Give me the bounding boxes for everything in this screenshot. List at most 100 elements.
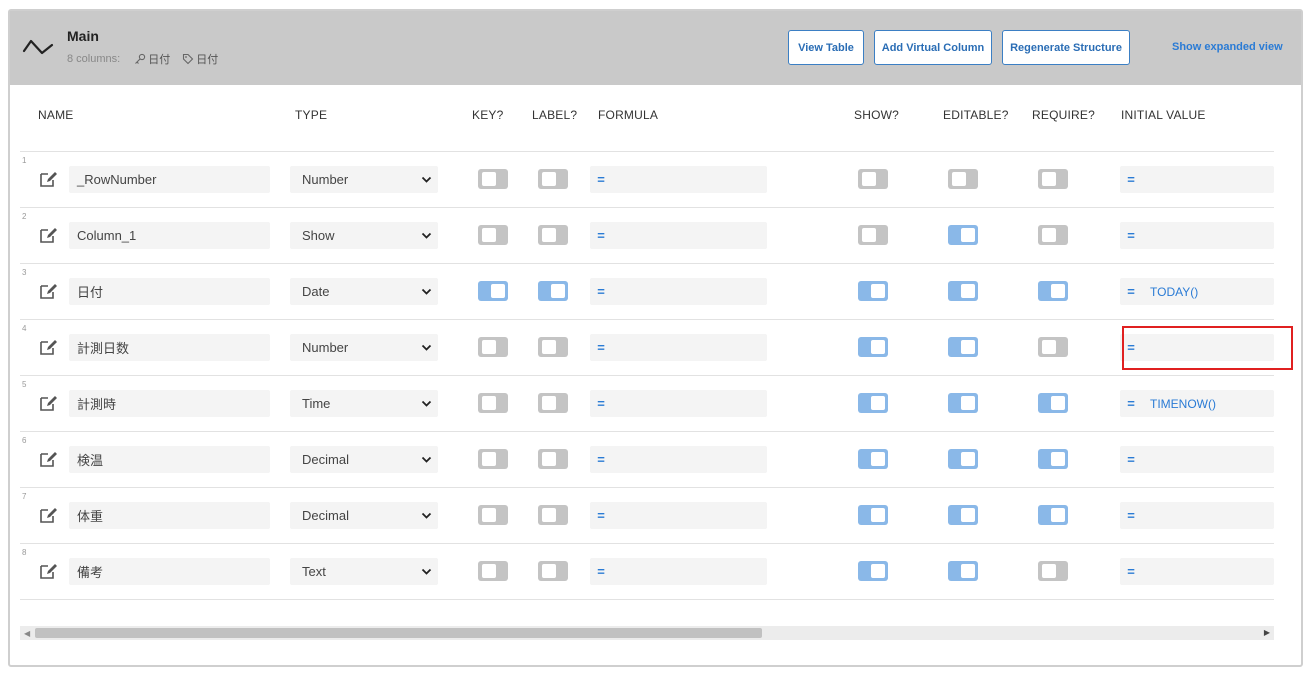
column-name-input[interactable]: 日付 — [69, 278, 270, 305]
require-toggle[interactable] — [1038, 225, 1068, 245]
label-toggle[interactable] — [538, 393, 568, 413]
require-toggle[interactable] — [1038, 505, 1068, 525]
add-virtual-column-button[interactable]: Add Virtual Column — [874, 30, 992, 65]
column-count: 8 columns: — [67, 53, 121, 65]
formula-field[interactable]: = — [590, 278, 767, 305]
edit-icon[interactable] — [39, 450, 59, 468]
column-name-input[interactable]: _RowNumber — [69, 166, 270, 193]
initial-eq-icon: = — [1127, 508, 1135, 523]
require-toggle[interactable] — [1038, 561, 1068, 581]
initial-value-field[interactable]: = TIMENOW() — [1120, 390, 1274, 417]
initial-value-field[interactable]: = — [1120, 222, 1274, 249]
formula-field[interactable]: = — [590, 502, 767, 529]
formula-field[interactable]: = — [590, 558, 767, 585]
column-type-select[interactable]: Decimal — [290, 446, 438, 473]
editable-toggle[interactable] — [948, 449, 978, 469]
label-toggle[interactable] — [538, 505, 568, 525]
editable-toggle[interactable] — [948, 561, 978, 581]
column-name-input[interactable]: 体重 — [69, 502, 270, 529]
formula-field[interactable]: = — [590, 222, 767, 249]
label-toggle[interactable] — [538, 561, 568, 581]
key-toggle[interactable] — [478, 561, 508, 581]
label-toggle[interactable] — [538, 169, 568, 189]
scroll-left-icon[interactable]: ◀ — [24, 629, 30, 638]
editable-toggle[interactable] — [948, 281, 978, 301]
editable-toggle[interactable] — [948, 225, 978, 245]
show-toggle[interactable] — [858, 225, 888, 245]
table-title[interactable]: Main — [67, 28, 99, 44]
formula-field[interactable]: = — [590, 446, 767, 473]
column-type-value: Show — [302, 228, 335, 243]
column-name-input[interactable]: 備考 — [69, 558, 270, 585]
editable-toggle[interactable] — [948, 505, 978, 525]
toggle-knob — [542, 564, 556, 578]
initial-value-field[interactable]: = — [1120, 166, 1274, 193]
column-type-select[interactable]: Number — [290, 334, 438, 361]
initial-value-field[interactable]: = — [1120, 558, 1274, 585]
require-toggle[interactable] — [1038, 449, 1068, 469]
editable-toggle[interactable] — [948, 337, 978, 357]
column-name-input[interactable]: 計測日数 — [69, 334, 270, 361]
require-toggle[interactable] — [1038, 281, 1068, 301]
editable-toggle[interactable] — [948, 393, 978, 413]
show-toggle[interactable] — [858, 449, 888, 469]
initial-value-field[interactable]: = TODAY() — [1120, 278, 1274, 305]
show-toggle[interactable] — [858, 337, 888, 357]
regenerate-structure-button[interactable]: Regenerate Structure — [1002, 30, 1130, 65]
key-toggle[interactable] — [478, 505, 508, 525]
key-toggle[interactable] — [478, 449, 508, 469]
column-type-select[interactable]: Number — [290, 166, 438, 193]
column-name-input[interactable]: 計測時 — [69, 390, 270, 417]
column-type-select[interactable]: Show — [290, 222, 438, 249]
toggle-knob — [862, 228, 876, 242]
initial-eq-icon: = — [1127, 172, 1135, 187]
toggle-knob — [862, 172, 876, 186]
show-toggle[interactable] — [858, 505, 888, 525]
highlight-box — [1122, 326, 1293, 370]
edit-icon[interactable] — [39, 506, 59, 524]
require-toggle[interactable] — [1038, 169, 1068, 189]
edit-icon[interactable] — [39, 562, 59, 580]
key-toggle[interactable] — [478, 169, 508, 189]
formula-field[interactable]: = — [590, 166, 767, 193]
column-name-input[interactable]: Column_1 — [69, 222, 270, 249]
key-toggle[interactable] — [478, 281, 508, 301]
show-toggle[interactable] — [858, 393, 888, 413]
header-formula: FORMULA — [598, 108, 659, 122]
view-table-button[interactable]: View Table — [788, 30, 864, 65]
table-row: 4 計測日数 Number = = — [20, 319, 1274, 375]
label-toggle[interactable] — [538, 449, 568, 469]
scroll-right-icon[interactable]: ▶ — [1264, 628, 1270, 637]
editable-toggle[interactable] — [948, 169, 978, 189]
require-toggle[interactable] — [1038, 393, 1068, 413]
show-toggle[interactable] — [858, 561, 888, 581]
scrollbar-thumb[interactable] — [35, 628, 762, 638]
formula-field[interactable]: = — [590, 390, 767, 417]
table-bottom-border — [20, 599, 1274, 600]
key-toggle[interactable] — [478, 225, 508, 245]
initial-value-field[interactable]: = — [1120, 502, 1274, 529]
key-toggle[interactable] — [478, 393, 508, 413]
toggle-knob — [542, 396, 556, 410]
column-type-select[interactable]: Decimal — [290, 502, 438, 529]
show-expanded-view-link[interactable]: Show expanded view — [1172, 41, 1283, 53]
label-toggle[interactable] — [538, 225, 568, 245]
key-toggle[interactable] — [478, 337, 508, 357]
column-type-select[interactable]: Time — [290, 390, 438, 417]
label-toggle[interactable] — [538, 281, 568, 301]
show-toggle[interactable] — [858, 281, 888, 301]
column-type-select[interactable]: Text — [290, 558, 438, 585]
horizontal-scrollbar[interactable]: ◀ ▶ — [20, 626, 1274, 640]
edit-icon[interactable] — [39, 394, 59, 412]
edit-icon[interactable] — [39, 338, 59, 356]
column-name-input[interactable]: 検温 — [69, 446, 270, 473]
formula-field[interactable]: = — [590, 334, 767, 361]
edit-icon[interactable] — [39, 282, 59, 300]
require-toggle[interactable] — [1038, 337, 1068, 357]
edit-icon[interactable] — [39, 226, 59, 244]
show-toggle[interactable] — [858, 169, 888, 189]
initial-value-field[interactable]: = — [1120, 446, 1274, 473]
column-type-select[interactable]: Date — [290, 278, 438, 305]
label-toggle[interactable] — [538, 337, 568, 357]
edit-icon[interactable] — [39, 170, 59, 188]
